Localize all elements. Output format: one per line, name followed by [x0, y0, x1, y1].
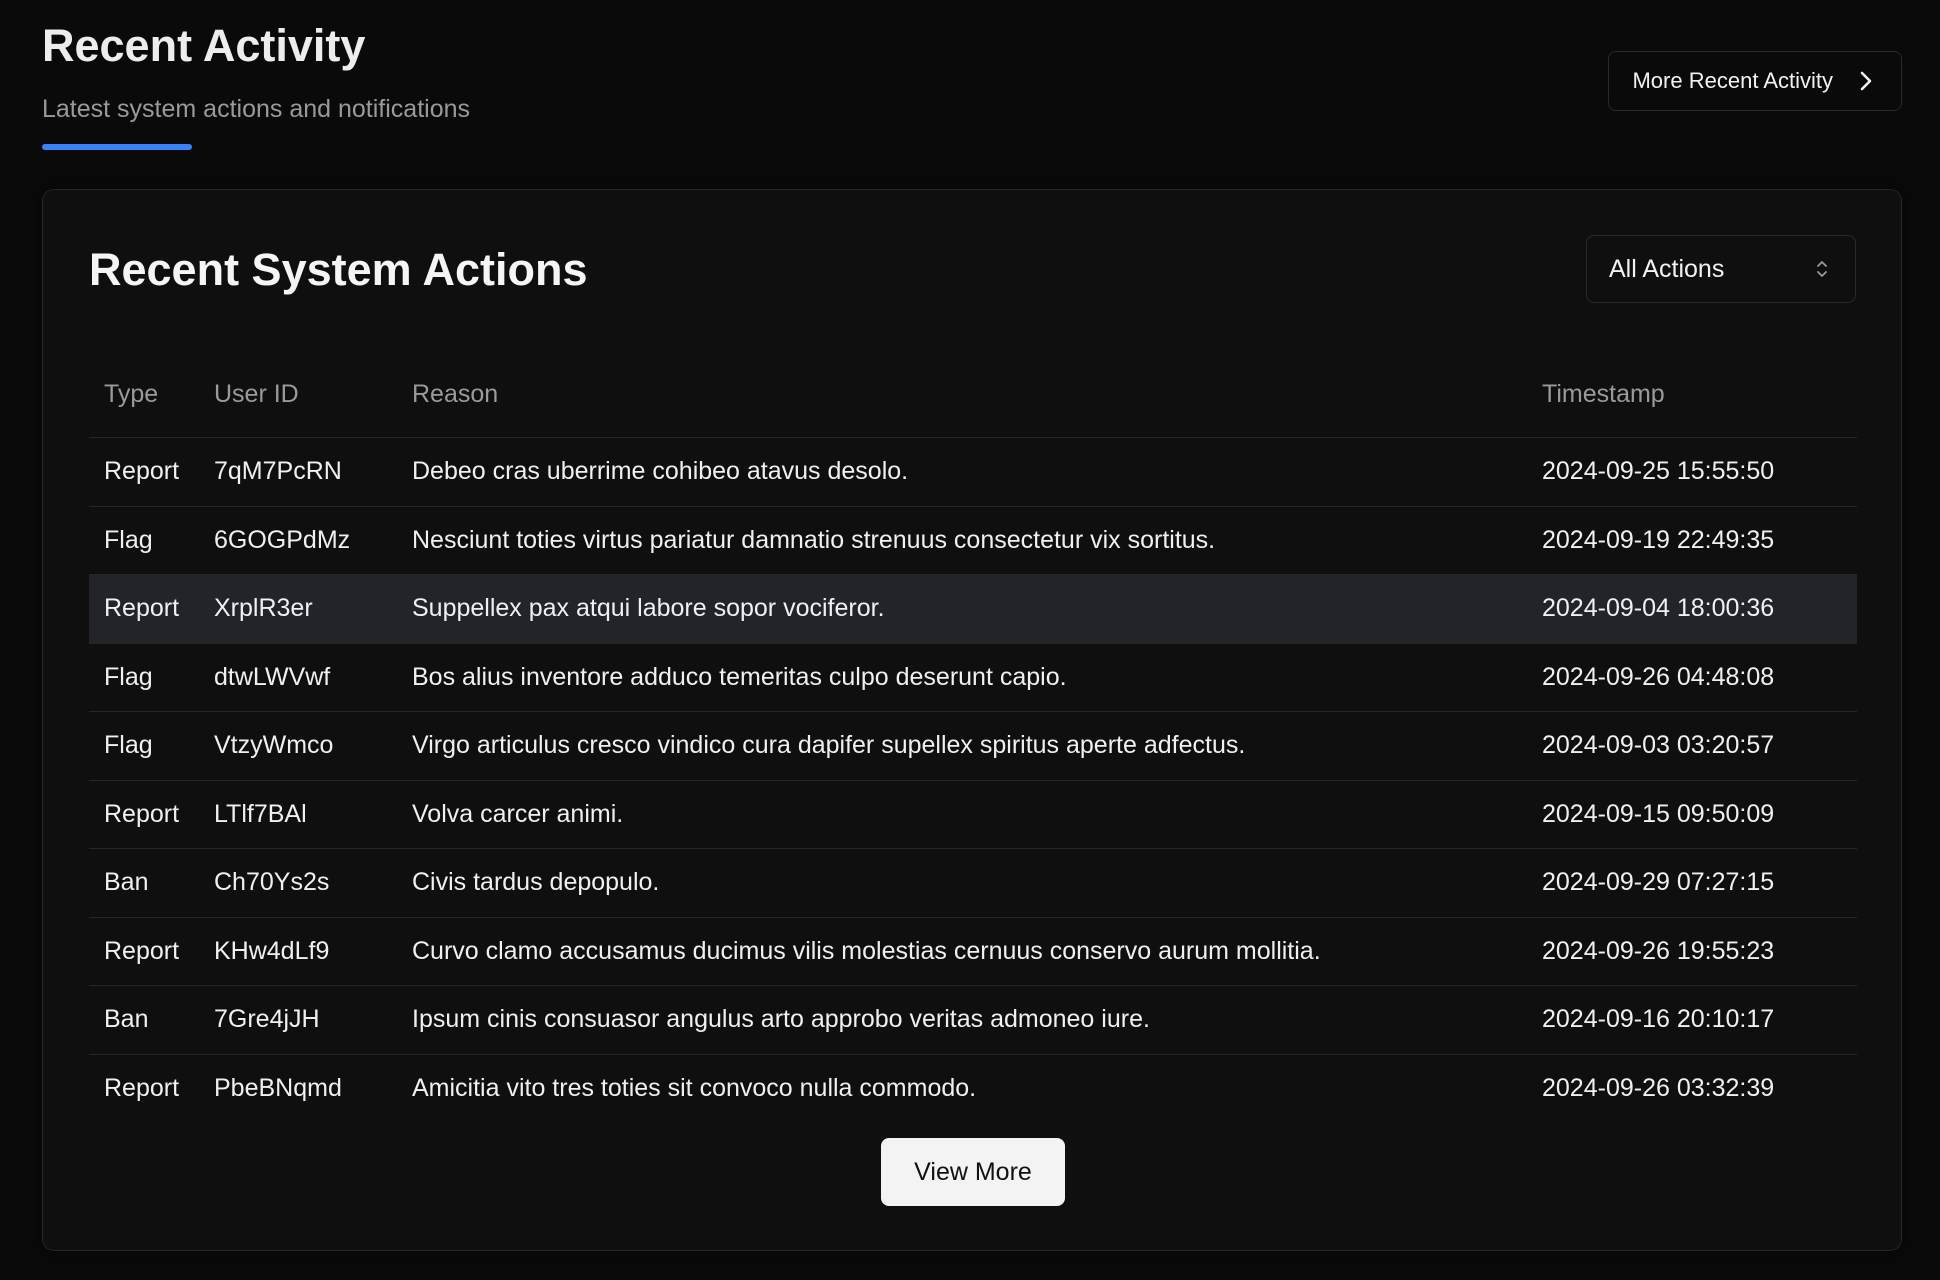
- cell-type: Report: [104, 799, 180, 828]
- cell-user-id: PbeBNqmd: [214, 1074, 342, 1103]
- cell-type: Flag: [104, 662, 153, 691]
- cell-user-id: LTlf7BAl: [214, 799, 307, 828]
- cell-type: Flag: [104, 731, 153, 760]
- cell-type: Report: [104, 594, 180, 623]
- table-row[interactable]: Ban 7Gre4jJH Ipsum cinis consuasor angulus…: [89, 986, 1857, 1055]
- cell-reason: Virgo articulus cresco vindico cura dapi…: [412, 731, 1246, 760]
- cell-type: Report: [104, 936, 180, 965]
- column-header-timestamp: Timestamp: [1542, 380, 1665, 408]
- cell-reason: Nesciunt toties virtus pariatur damnatio…: [412, 525, 1216, 554]
- cell-timestamp: 2024-09-19 22:49:35: [1542, 525, 1775, 554]
- more-recent-activity-label: More Recent Activity: [1632, 68, 1833, 93]
- page-subtitle: Latest system actions and notifications: [42, 95, 471, 123]
- table-row[interactable]: Report KHw4dLf9 Curvo clamo accusamus duci…: [89, 918, 1857, 986]
- cell-reason: Debeo cras uberrime cohibeo atavus desol…: [412, 457, 909, 486]
- cell-reason: Curvo clamo accusamus ducimus vilis mole…: [412, 936, 1321, 965]
- cell-type: Report: [104, 1074, 180, 1103]
- table-header: Type User ID Reason Timestamp: [89, 352, 1857, 438]
- cell-timestamp: 2024-09-25 15:55:50: [1542, 457, 1775, 486]
- cell-user-id: 6GOGPdMz: [214, 525, 351, 554]
- column-header-type: Type: [104, 380, 159, 408]
- cell-reason: Suppellex pax atqui labore sopor vocifer…: [412, 594, 885, 623]
- column-header-reason: Reason: [412, 380, 499, 408]
- cell-timestamp: 2024-09-26 03:32:39: [1542, 1074, 1775, 1103]
- cell-user-id: VtzyWmco: [214, 731, 334, 760]
- table-row[interactable]: Report PbeBNqmd Amicitia vito tres toties …: [89, 1055, 1857, 1124]
- card-title: Recent System Actions: [89, 244, 588, 295]
- table-row[interactable]: Report 7qM7PcRN Debeo cras uberrime cohibe…: [89, 438, 1857, 507]
- table-body: Report 7qM7PcRN Debeo cras uberrime cohibe…: [89, 438, 1857, 1123]
- system-actions-card: Recent System Actions All Actions Type U…: [42, 189, 1902, 1251]
- title-underline: [42, 144, 192, 150]
- cell-type: Ban: [104, 868, 149, 897]
- cell-user-id: 7qM7PcRN: [214, 457, 342, 486]
- cell-reason: Civis tardus depopulo.: [412, 868, 660, 897]
- cell-user-id: XrplR3er: [214, 594, 313, 623]
- cell-timestamp: 2024-09-04 18:00:36: [1542, 594, 1775, 623]
- filter-selected-value: All Actions: [1609, 254, 1725, 283]
- page-title: Recent Activity: [42, 20, 366, 71]
- cell-reason: Ipsum cinis consuasor angulus arto appro…: [412, 1005, 1150, 1034]
- table-row[interactable]: Report LTlf7BAl Volva carcer animi. 2024-09…: [89, 781, 1857, 849]
- table-row[interactable]: Ban Ch70Ys2s Civis tardus depopulo. 2024-09…: [89, 849, 1857, 918]
- chevron-up-down-icon: [1817, 261, 1827, 277]
- table-row[interactable]: Flag VtzyWmco Virgo articulus cresco vindi…: [89, 712, 1857, 781]
- cell-timestamp: 2024-09-15 09:50:09: [1542, 799, 1775, 828]
- column-header-user-id: User ID: [214, 380, 299, 408]
- cell-timestamp: 2024-09-26 19:55:23: [1542, 936, 1775, 965]
- cell-timestamp: 2024-09-26 04:48:08: [1542, 662, 1775, 691]
- action-filter-select[interactable]: All Actions: [1586, 235, 1856, 303]
- view-more-button[interactable]: View More: [881, 1138, 1065, 1206]
- cell-user-id: KHw4dLf9: [214, 936, 330, 965]
- cell-type: Report: [104, 457, 180, 486]
- chevron-right-icon: [1860, 71, 1872, 91]
- cell-reason: Volva carcer animi.: [412, 799, 624, 828]
- cell-user-id: Ch70Ys2s: [214, 868, 330, 897]
- cell-type: Ban: [104, 1005, 149, 1034]
- cell-reason: Bos alius inventore adduco temeritas cul…: [412, 662, 1067, 691]
- cell-timestamp: 2024-09-29 07:27:15: [1542, 868, 1775, 897]
- cell-user-id: dtwLWVwf: [214, 662, 331, 691]
- table-row[interactable]: Flag dtwLWVwf Bos alius inventore adduco t…: [89, 644, 1857, 712]
- cell-type: Flag: [104, 525, 153, 554]
- more-recent-activity-button[interactable]: More Recent Activity: [1608, 51, 1902, 111]
- table-row[interactable]: Flag 6GOGPdMz Nesciunt toties virtus paria…: [89, 507, 1857, 575]
- table-row[interactable]: Report XrplR3er Suppellex pax atqui labore…: [89, 575, 1857, 644]
- cell-reason: Amicitia vito tres toties sit convoco nu…: [412, 1074, 977, 1103]
- page-header: Recent Activity Latest system actions an…: [42, 18, 470, 150]
- page: Recent Activity Latest system actions an…: [0, 0, 1940, 1280]
- actions-table: Type User ID Reason Timestamp Report 7qM7…: [89, 352, 1857, 1123]
- cell-timestamp: 2024-09-03 03:20:57: [1542, 731, 1775, 760]
- cell-user-id: 7Gre4jJH: [214, 1005, 320, 1034]
- cell-timestamp: 2024-09-16 20:10:17: [1542, 1005, 1775, 1034]
